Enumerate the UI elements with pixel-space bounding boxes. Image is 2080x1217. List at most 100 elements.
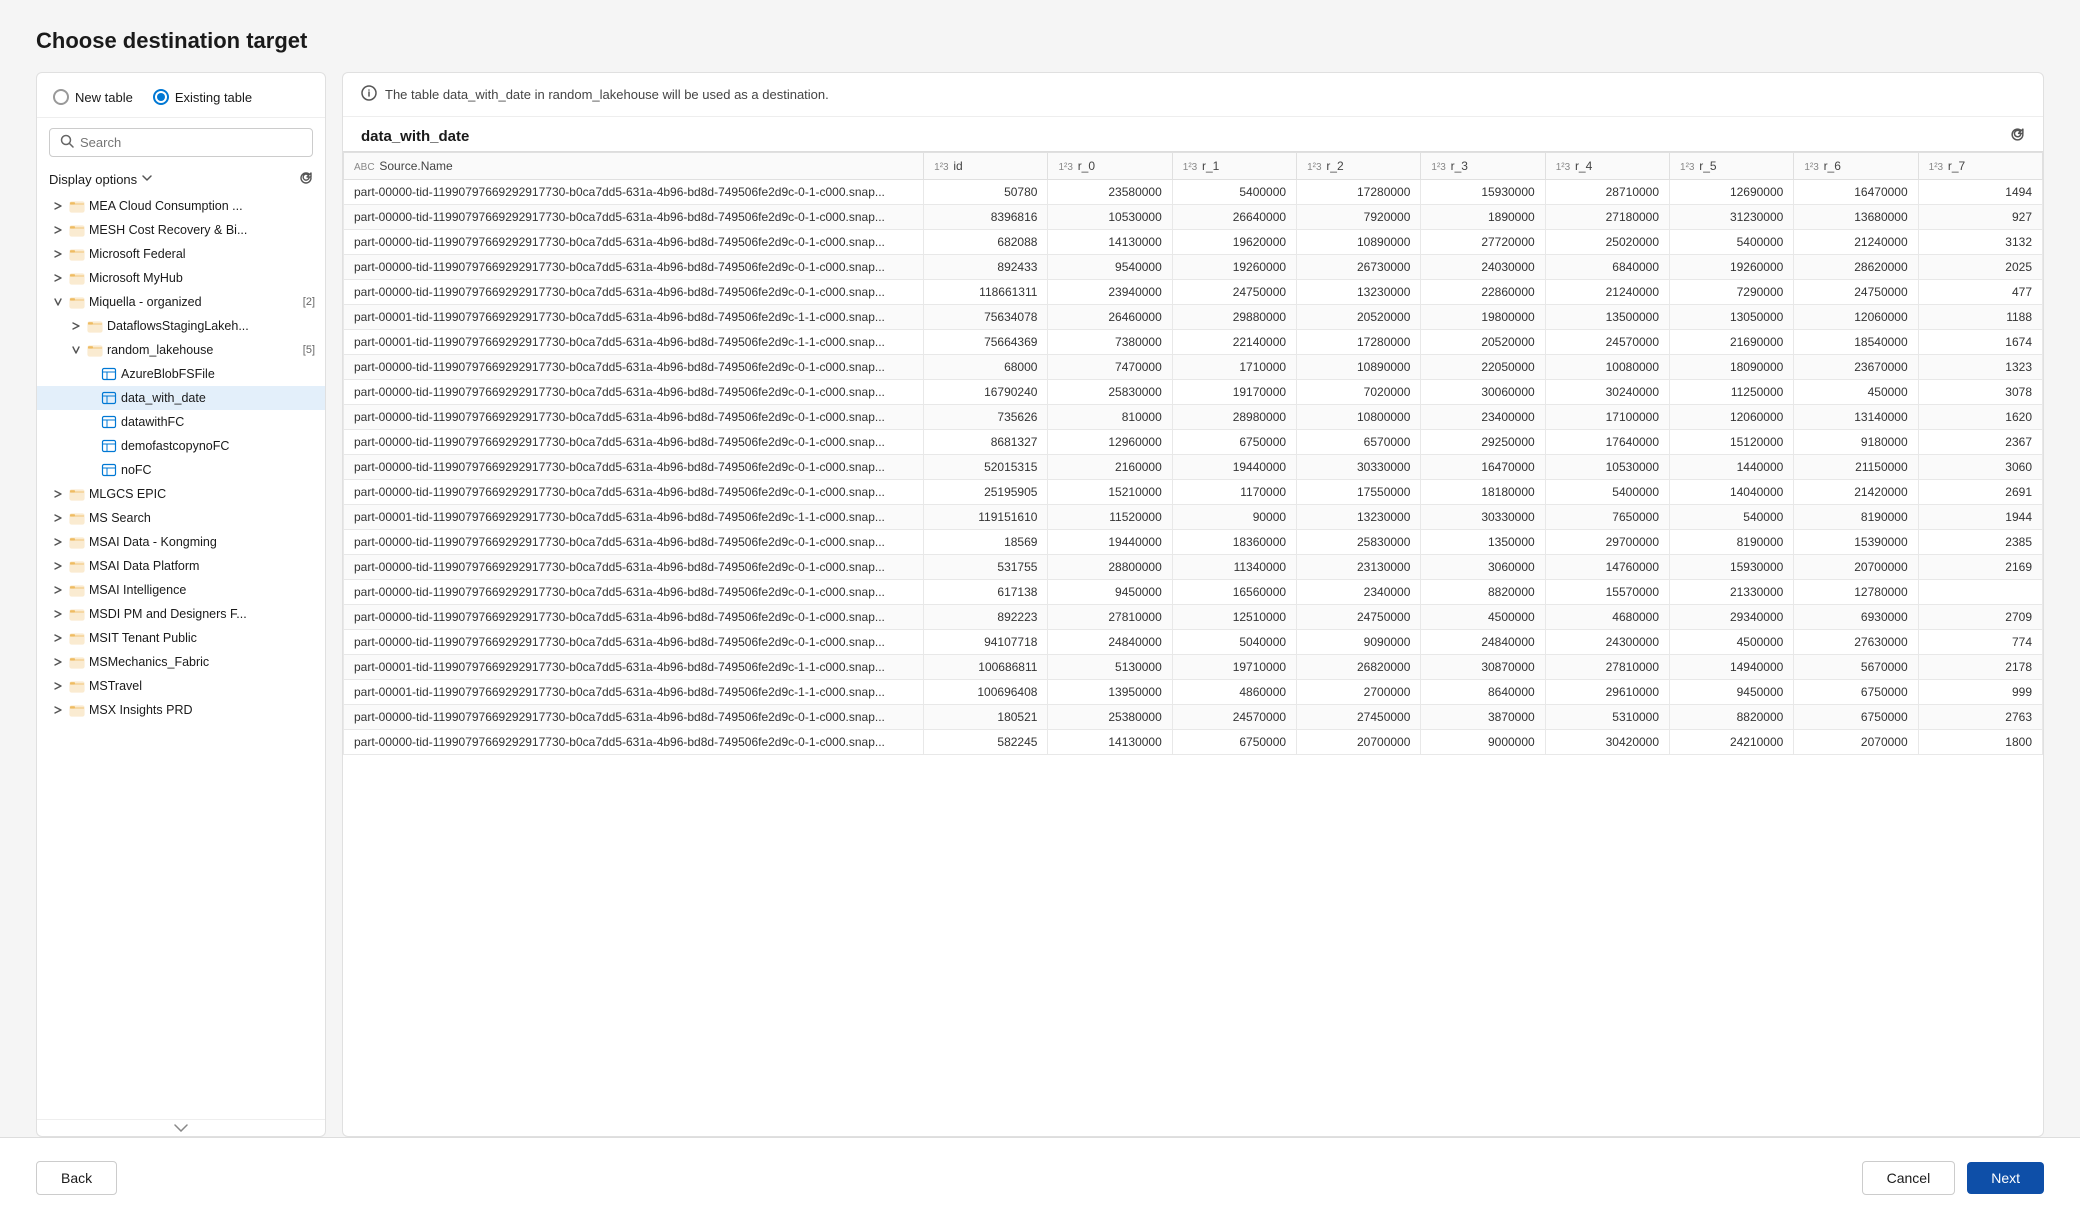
tree-item-mesh[interactable]: MESH Cost Recovery & Bi... — [37, 218, 325, 242]
table-cell: 19440000 — [1048, 530, 1172, 555]
table-cell: 17280000 — [1297, 330, 1421, 355]
chevron-down-icon — [141, 172, 153, 187]
table-row: part-00000-tid-11990797669292917730-b0ca… — [344, 455, 2043, 480]
table-cell: 27810000 — [1048, 605, 1172, 630]
table-cell: 617138 — [924, 580, 1048, 605]
table-cell: 9000000 — [1421, 730, 1545, 755]
table-cell: 5400000 — [1670, 230, 1794, 255]
table-cell: 18090000 — [1670, 355, 1794, 380]
tree-item-label: MSIT Tenant Public — [89, 631, 315, 645]
table-cell: 5310000 — [1545, 705, 1669, 730]
table-cell: 1800 — [1918, 730, 2042, 755]
table-cell: 26460000 — [1048, 305, 1172, 330]
tree-item-demofastcopynoFC[interactable]: demofastcopynoFC — [37, 434, 325, 458]
table-cell: 30420000 — [1545, 730, 1669, 755]
tree-item-msdi[interactable]: MSDI PM and Designers F... — [37, 602, 325, 626]
cancel-button[interactable]: Cancel — [1862, 1161, 1956, 1195]
table-cell: 68000 — [924, 355, 1048, 380]
chevron-icon — [51, 535, 65, 549]
table-cell: 12060000 — [1670, 405, 1794, 430]
table-cell: 75634078 — [924, 305, 1048, 330]
tree-item-data_with_date[interactable]: data_with_date — [37, 386, 325, 410]
tree-item-msai_intelligence[interactable]: MSAI Intelligence — [37, 578, 325, 602]
tree-item-mymyhub[interactable]: Microsoft MyHub — [37, 266, 325, 290]
table-refresh-icon[interactable] — [2010, 127, 2025, 145]
col-header-r_1: 1²3 r_1 — [1172, 153, 1296, 180]
table-cell: 23400000 — [1421, 405, 1545, 430]
table-cell: 24840000 — [1048, 630, 1172, 655]
table-cell: 15390000 — [1794, 530, 1918, 555]
display-options-toggle[interactable]: Display options — [49, 172, 153, 187]
refresh-icon[interactable] — [299, 171, 313, 188]
table-cell: 26640000 — [1172, 205, 1296, 230]
tree-item-label: demofastcopynoFC — [121, 439, 315, 453]
table-cell: part-00000-tid-11990797669292917730-b0ca… — [344, 280, 924, 305]
table-cell: 540000 — [1670, 505, 1794, 530]
tree-item-mlgcs[interactable]: MLGCS EPIC — [37, 482, 325, 506]
tree-item-dataflows[interactable]: DataflowsStagingLakeh... — [37, 314, 325, 338]
tree-item-datawithFC[interactable]: datawithFC — [37, 410, 325, 434]
tree-item-mssearch[interactable]: MS Search — [37, 506, 325, 530]
table-cell: 774 — [1918, 630, 2042, 655]
table-cell: 19260000 — [1670, 255, 1794, 280]
tree-item-msfederal[interactable]: Microsoft Federal — [37, 242, 325, 266]
chevron-icon — [51, 199, 65, 213]
tree-item-msai_platform[interactable]: MSAI Data Platform — [37, 554, 325, 578]
tree-item-azureblob[interactable]: AzureBlobFSFile — [37, 362, 325, 386]
table-cell: 1440000 — [1670, 455, 1794, 480]
table-cell: 26820000 — [1297, 655, 1421, 680]
table-cell: 531755 — [924, 555, 1048, 580]
col-header-r_6: 1²3 r_6 — [1794, 153, 1918, 180]
radio-existing-table[interactable]: Existing table — [153, 89, 252, 105]
table-cell: 75664369 — [924, 330, 1048, 355]
data-table-wrapper[interactable]: ABC Source.Name1²3 id1²3 r_01²3 r_11²3 r… — [343, 151, 2043, 1136]
table-cell: 1188 — [1918, 305, 2042, 330]
table-cell: 13230000 — [1297, 505, 1421, 530]
tree-item-msai_kongming[interactable]: MSAI Data - Kongming — [37, 530, 325, 554]
table-cell: 24750000 — [1172, 280, 1296, 305]
data-table: ABC Source.Name1²3 id1²3 r_01²3 r_11²3 r… — [343, 152, 2043, 755]
table-cell: 21150000 — [1794, 455, 1918, 480]
tree-item-random_lakehouse[interactable]: random_lakehouse[5] — [37, 338, 325, 362]
chevron-icon — [69, 319, 83, 333]
table-cell: 19170000 — [1172, 380, 1296, 405]
table-cell: 7290000 — [1670, 280, 1794, 305]
table-title-bar: data_with_date — [343, 117, 2043, 151]
tree-item-msxinsights[interactable]: MSX Insights PRD — [37, 698, 325, 722]
tree-item-mstravel[interactable]: MSTravel — [37, 674, 325, 698]
table-cell: 31230000 — [1670, 205, 1794, 230]
table-cell: part-00000-tid-11990797669292917730-b0ca… — [344, 380, 924, 405]
table-row: part-00000-tid-11990797669292917730-b0ca… — [344, 605, 2043, 630]
col-type: 1²3 — [1556, 162, 1573, 173]
tree-item-msit[interactable]: MSIT Tenant Public — [37, 626, 325, 650]
table-cell: part-00000-tid-11990797669292917730-b0ca… — [344, 480, 924, 505]
chevron-icon — [51, 559, 65, 573]
table-cell: 999 — [1918, 680, 2042, 705]
table-cell: 28980000 — [1172, 405, 1296, 430]
table-cell: 2160000 — [1048, 455, 1172, 480]
back-button[interactable]: Back — [36, 1161, 117, 1195]
folder-icon — [69, 270, 85, 286]
table-cell: 19620000 — [1172, 230, 1296, 255]
radio-new-table[interactable]: New table — [53, 89, 133, 105]
table-cell: 16470000 — [1421, 455, 1545, 480]
tree-item-miquellaorg[interactable]: Miquella - organized[2] — [37, 290, 325, 314]
col-type: 1²3 — [1307, 162, 1324, 173]
table-cell: 24840000 — [1421, 630, 1545, 655]
next-button[interactable]: Next — [1967, 1162, 2044, 1194]
table-cell: 735626 — [924, 405, 1048, 430]
tree-item-msmechanics[interactable]: MSMechanics_Fabric — [37, 650, 325, 674]
table-cell: 17640000 — [1545, 430, 1669, 455]
tree-item-label: MEA Cloud Consumption ... — [89, 199, 315, 213]
search-bar[interactable] — [49, 128, 313, 157]
tree-item-label: random_lakehouse — [107, 343, 295, 357]
table-cell: 3870000 — [1421, 705, 1545, 730]
tree-item-noFC[interactable]: noFC — [37, 458, 325, 482]
table-cell: 5400000 — [1545, 480, 1669, 505]
tree-item-mea[interactable]: MEA Cloud Consumption ... — [37, 194, 325, 218]
table-cell: 19800000 — [1421, 305, 1545, 330]
table-cell: 30330000 — [1297, 455, 1421, 480]
tree-item-label: MSX Insights PRD — [89, 703, 315, 717]
table-cell: 12510000 — [1172, 605, 1296, 630]
search-input[interactable] — [80, 135, 302, 150]
